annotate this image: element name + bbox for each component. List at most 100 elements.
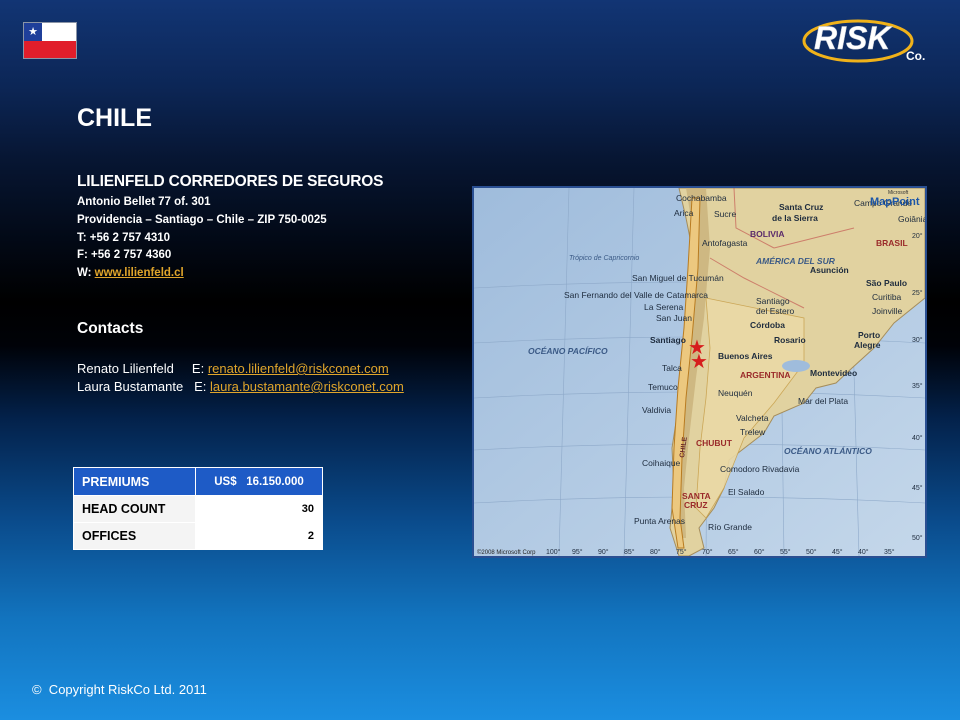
table-row: OFFICES 2 [73, 522, 323, 550]
contact-email-prefix: E: [194, 379, 210, 394]
premiums-label: PREMIUMS [73, 467, 196, 496]
map-label: Talca [662, 363, 682, 373]
map-label: Sucre [714, 209, 736, 219]
lat-tick: 20° [912, 232, 923, 240]
map-label: Curitiba [872, 292, 902, 302]
map-label: Punta Arenas [634, 516, 685, 526]
map-label: Goiânia [898, 214, 925, 224]
website-row: W: www.lilienfeld.cl [77, 267, 184, 279]
country-title: CHILE [77, 104, 152, 132]
offices-label: OFFICES [73, 522, 196, 550]
map-label: Alegre [854, 340, 881, 350]
south-america-map: ★ ★ Cochabamba Arica Sucre Santa Cruz de… [472, 186, 927, 558]
lat-tick: 25° [912, 289, 923, 297]
contact-email-link[interactable]: renato.lilienfeld@riskconet.com [208, 361, 389, 376]
map-label: Comodoro Rivadavia [720, 464, 800, 474]
map-brand: MapPoint [870, 196, 920, 208]
map-label: BRASIL [876, 238, 908, 248]
map-label: CHUBUT [696, 438, 733, 448]
lon-tick: 60° [754, 548, 765, 556]
lon-tick: 55° [780, 548, 791, 556]
logo-text: RISK [814, 20, 893, 56]
second-office-star-icon: ★ [690, 351, 708, 373]
lat-tick: 30° [912, 336, 923, 344]
map-label: San Juan [656, 313, 692, 323]
lon-tick: 95° [572, 548, 583, 556]
map-label: Rosario [774, 335, 806, 345]
map-label: Mar del Plata [798, 396, 848, 406]
lon-tick: 45° [832, 548, 843, 556]
map-label: Arica [674, 208, 694, 218]
head-count-label: HEAD COUNT [73, 495, 196, 523]
map-label: de la Sierra [772, 213, 818, 223]
map-label: San Fernando del Valle de Catamarca [564, 290, 708, 300]
premiums-value: US$ 16.150.000 [195, 467, 323, 496]
lat-tick: 50° [912, 534, 923, 542]
riskco-logo: RISK Co. [800, 15, 940, 63]
contact-name: Renato Lilienfeld [77, 361, 174, 376]
lon-tick: 65° [728, 548, 739, 556]
address-line-2: Providencia – Santiago – Chile – ZIP 750… [77, 214, 327, 226]
map-label: Río Grande [708, 522, 752, 532]
map-label: Asunción [810, 265, 849, 275]
map-label: Neuquén [718, 388, 753, 398]
map-label: São Paulo [866, 278, 907, 288]
lon-tick: 80° [650, 548, 661, 556]
map-label: Valdivia [642, 405, 671, 415]
address-line-1: Antonio Bellet 77 of. 301 [77, 196, 211, 208]
contact-row: Laura Bustamante E: laura.bustamante@ris… [77, 379, 404, 394]
map-label: Porto [858, 330, 880, 340]
company-name: LILIENFELD CORREDORES DE SEGUROS [77, 173, 384, 190]
phone: T: +56 2 757 4310 [77, 232, 171, 244]
map-credit: ©2008 Microsoft Corp [477, 549, 536, 556]
table-row: PREMIUMS US$ 16.150.000 [73, 467, 323, 496]
offices-value: 2 [195, 522, 323, 550]
map-label: Trópico de Capricornio [569, 255, 639, 262]
lat-tick: 40° [912, 434, 923, 442]
fax: F: +56 2 757 4360 [77, 249, 172, 261]
lat-tick: 45° [912, 484, 923, 492]
map-label: OCÉANO PACÍFICO [528, 346, 608, 356]
stats-table: PREMIUMS US$ 16.150.000 HEAD COUNT 30 OF… [73, 467, 323, 550]
map-label: del Estero [756, 306, 795, 316]
contacts-heading: Contacts [77, 320, 144, 337]
map-label: Santa Cruz [779, 202, 823, 212]
map-label: Joinville [872, 306, 903, 316]
lon-tick: 35° [884, 548, 895, 556]
flag-star-icon: ★ [28, 26, 38, 38]
lon-tick: 70° [702, 548, 713, 556]
map-label: La Serena [644, 302, 683, 312]
map-label: BOLIVIA [750, 229, 784, 239]
map-label: OCÉANO ATLÁNTICO [784, 446, 872, 456]
map-label: Coihaique [642, 458, 681, 468]
map-label: Córdoba [750, 320, 785, 330]
lon-tick: 85° [624, 548, 635, 556]
contact-row: Renato Lilienfeld E: renato.lilienfeld@r… [77, 361, 389, 376]
chile-flag-icon: ★ [23, 22, 77, 59]
lat-tick: 35° [912, 382, 923, 390]
lon-tick: 40° [858, 548, 869, 556]
lon-tick: 90° [598, 548, 609, 556]
map-label: Trelew [740, 427, 766, 437]
map-label: Antofagasta [702, 238, 748, 248]
map-label: San Miguel de Tucumán [632, 273, 724, 283]
map-label: El Salado [728, 487, 765, 497]
map-label: Valcheta [736, 413, 769, 423]
lon-tick: 100° [546, 548, 561, 556]
map-label: Santiago [650, 335, 686, 345]
head-count-value: 30 [195, 495, 323, 523]
map-label: Santiago [756, 296, 790, 306]
lon-tick: 50° [806, 548, 817, 556]
contact-email-link[interactable]: laura.bustamante@riskconet.com [210, 379, 404, 394]
logo-sub-text: Co. [906, 49, 925, 63]
contact-name: Laura Bustamante [77, 379, 184, 394]
lon-tick: 75° [676, 548, 687, 556]
map-label: Cochabamba [676, 193, 727, 203]
map-label: CRUZ [684, 500, 708, 510]
map-label: Temuco [648, 382, 678, 392]
website-link[interactable]: www.lilienfeld.cl [95, 267, 184, 279]
contact-email-prefix: E: [191, 361, 208, 376]
table-row: HEAD COUNT 30 [73, 495, 323, 523]
map-label: Montevideo [810, 368, 857, 378]
copyright-text: © Copyright RiskCo Ltd. 2011 [32, 682, 207, 697]
